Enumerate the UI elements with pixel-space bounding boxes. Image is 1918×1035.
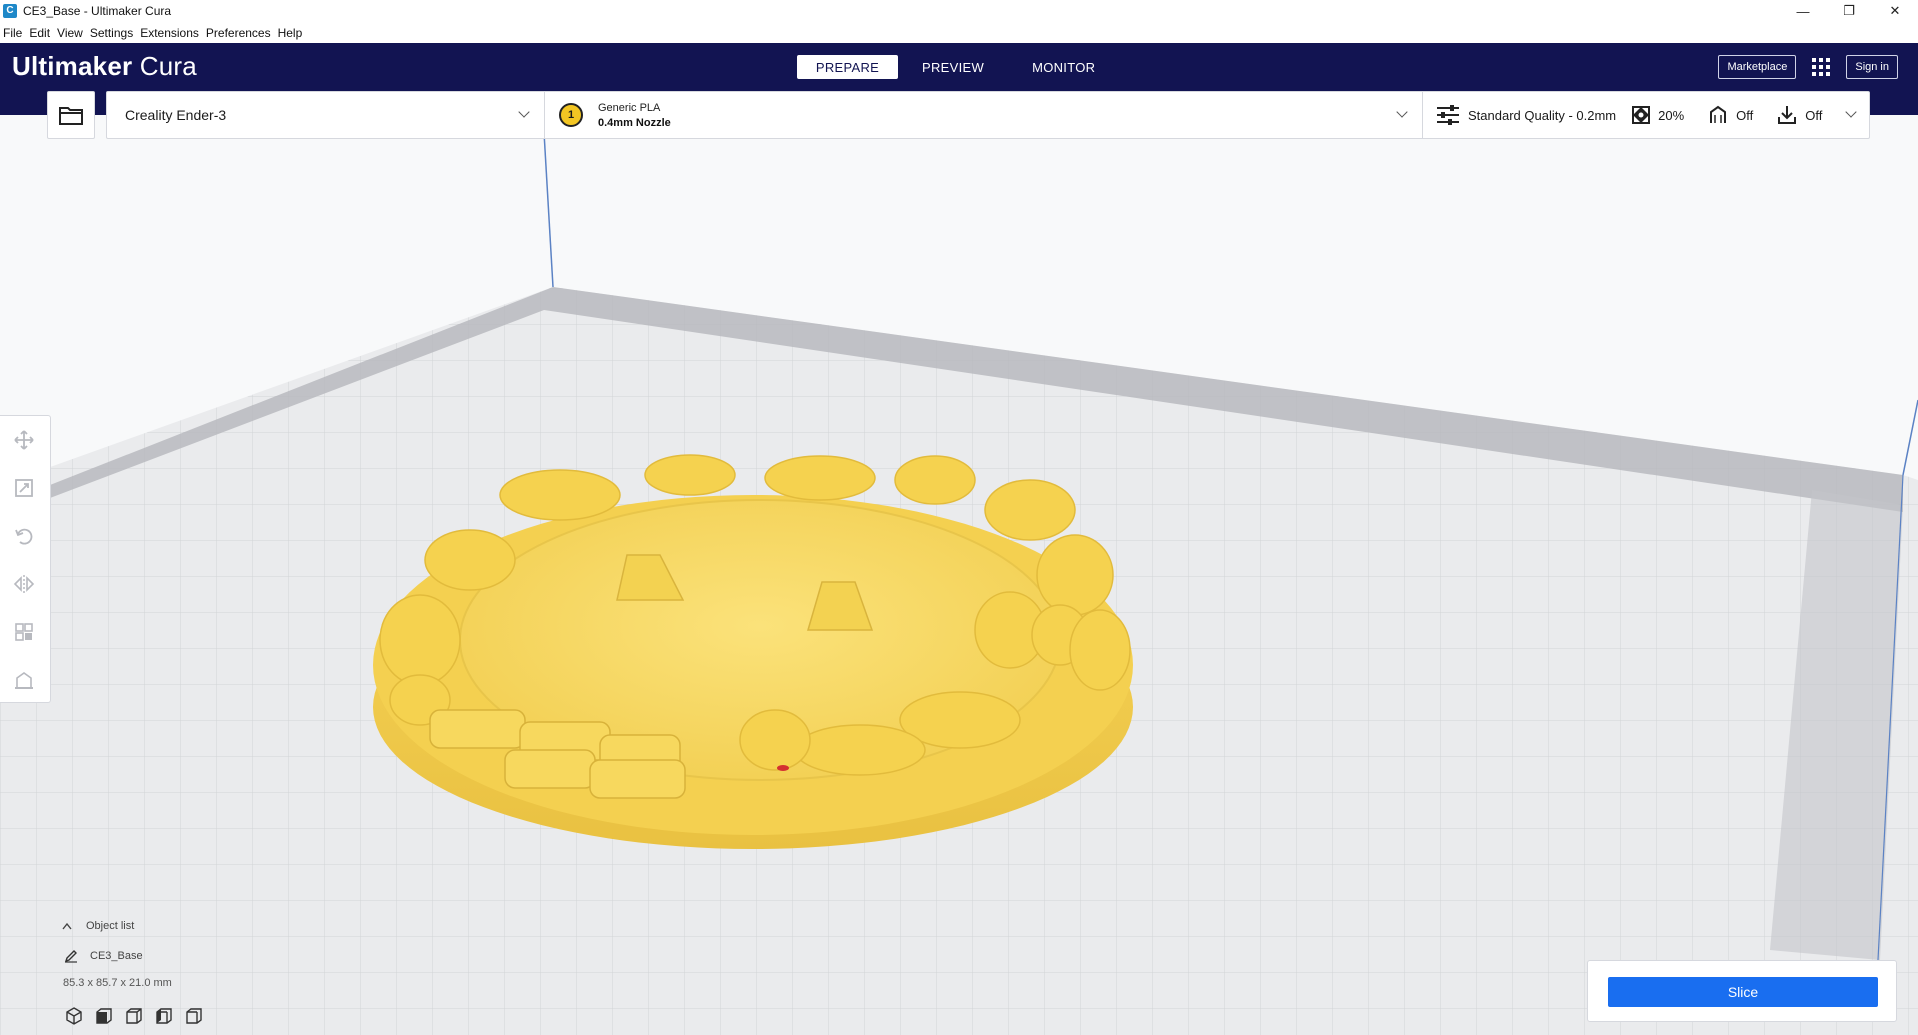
chevron-down-icon (518, 106, 530, 118)
window-titlebar: C CE3_Base - Ultimaker Cura — ❐ ✕ (0, 0, 1918, 22)
rotate-tool-icon[interactable] (12, 524, 36, 548)
slice-button[interactable]: Slice (1608, 977, 1878, 1007)
build-volume-edge (542, 115, 554, 288)
move-tool-icon[interactable] (12, 428, 36, 452)
menu-edit[interactable]: Edit (29, 26, 50, 40)
support-setting: Off (1708, 105, 1753, 125)
quality-setting: Standard Quality - 0.2mm (1436, 105, 1616, 125)
header-actions: Marketplace Sign in (1718, 55, 1898, 79)
machine-name: Creality Ender-3 (125, 107, 227, 123)
top-view-icon[interactable] (123, 1005, 145, 1027)
window-title: CE3_Base - Ultimaker Cura (23, 4, 172, 18)
object-name: CE3_Base (90, 950, 143, 962)
object-list-header[interactable]: Object list (62, 920, 134, 932)
build-volume-edge (1902, 399, 1918, 476)
sliders-icon (1437, 105, 1459, 125)
tab-preview[interactable]: PREVIEW (898, 55, 1008, 79)
scale-tool-icon[interactable] (12, 476, 36, 500)
adhesion-icon (1778, 106, 1797, 124)
printer-settings-bar: Creality Ender-3 1 Generic PLA 0.4mm Noz… (106, 91, 1870, 139)
chevron-down-icon (1845, 106, 1857, 118)
logo-light: Cura (139, 51, 197, 81)
support-blocker-icon[interactable] (12, 668, 36, 692)
minimize-icon[interactable]: — (1780, 0, 1826, 22)
material-selector[interactable]: 1 Generic PLA 0.4mm Nozzle (545, 92, 1423, 138)
infill-value: 20% (1658, 107, 1685, 123)
stage-tabs: PREPARE PREVIEW MONITOR (797, 55, 1119, 79)
pencil-icon (64, 950, 77, 963)
menu-file[interactable]: File (3, 26, 22, 40)
open-file-button[interactable] (47, 91, 95, 139)
right-view-icon[interactable] (183, 1005, 205, 1027)
front-view-icon[interactable] (93, 1005, 115, 1027)
left-view-icon[interactable] (153, 1005, 175, 1027)
slice-panel: Slice (1587, 960, 1897, 1022)
per-model-settings-icon[interactable] (12, 620, 36, 644)
object-list-item[interactable]: CE3_Base (64, 949, 143, 963)
infill-setting: 20% (1632, 106, 1684, 124)
tool-panel (0, 415, 51, 703)
folder-icon (59, 107, 83, 125)
sign-in-button[interactable]: Sign in (1846, 55, 1898, 79)
machine-selector[interactable]: Creality Ender-3 (107, 92, 545, 138)
cura-app-icon: C (3, 4, 17, 18)
mirror-tool-icon[interactable] (12, 572, 36, 596)
menu-bar: File Edit View Settings Extensions Prefe… (0, 22, 1918, 43)
print-settings-selector[interactable]: Standard Quality - 0.2mm 20% Off Off (1423, 92, 1869, 138)
infill-icon (1632, 106, 1651, 124)
object-dimensions: 85.3 x 85.7 x 21.0 mm (63, 977, 172, 989)
adhesion-setting: Off (1777, 105, 1822, 125)
restore-icon[interactable]: ❐ (1826, 0, 1872, 22)
menu-help[interactable]: Help (278, 26, 303, 40)
support-value: Off (1736, 107, 1754, 123)
extruder-badge: 1 (559, 103, 583, 127)
support-icon (1710, 105, 1727, 123)
material-name: Generic PLA (598, 102, 661, 114)
chevron-up-icon (62, 922, 72, 930)
close-icon[interactable]: ✕ (1872, 0, 1918, 22)
tab-monitor[interactable]: MONITOR (1008, 55, 1119, 79)
logo-bold: Ultimaker (12, 51, 133, 81)
object-list-title: Object list (86, 920, 135, 932)
3d-viewport[interactable] (0, 115, 1918, 1035)
menu-extensions[interactable]: Extensions (140, 26, 199, 40)
chevron-down-icon (1396, 106, 1408, 118)
build-volume-scene (0, 115, 1918, 1035)
nozzle-size: 0.4mm Nozzle (598, 117, 671, 129)
window-controls: — ❐ ✕ (1780, 0, 1918, 22)
app-logo: Ultimaker Cura (12, 51, 197, 82)
tab-prepare[interactable]: PREPARE (797, 55, 898, 79)
menu-preferences[interactable]: Preferences (206, 26, 271, 40)
marketplace-button[interactable]: Marketplace (1718, 55, 1797, 79)
menu-settings[interactable]: Settings (90, 26, 133, 40)
3d-view-icon[interactable] (63, 1005, 85, 1027)
adhesion-value: Off (1805, 107, 1823, 123)
menu-view[interactable]: View (57, 26, 83, 40)
camera-view-buttons (63, 1005, 213, 1027)
apps-grid-icon[interactable] (1812, 58, 1831, 76)
quality-label: Standard Quality - 0.2mm (1468, 107, 1617, 123)
